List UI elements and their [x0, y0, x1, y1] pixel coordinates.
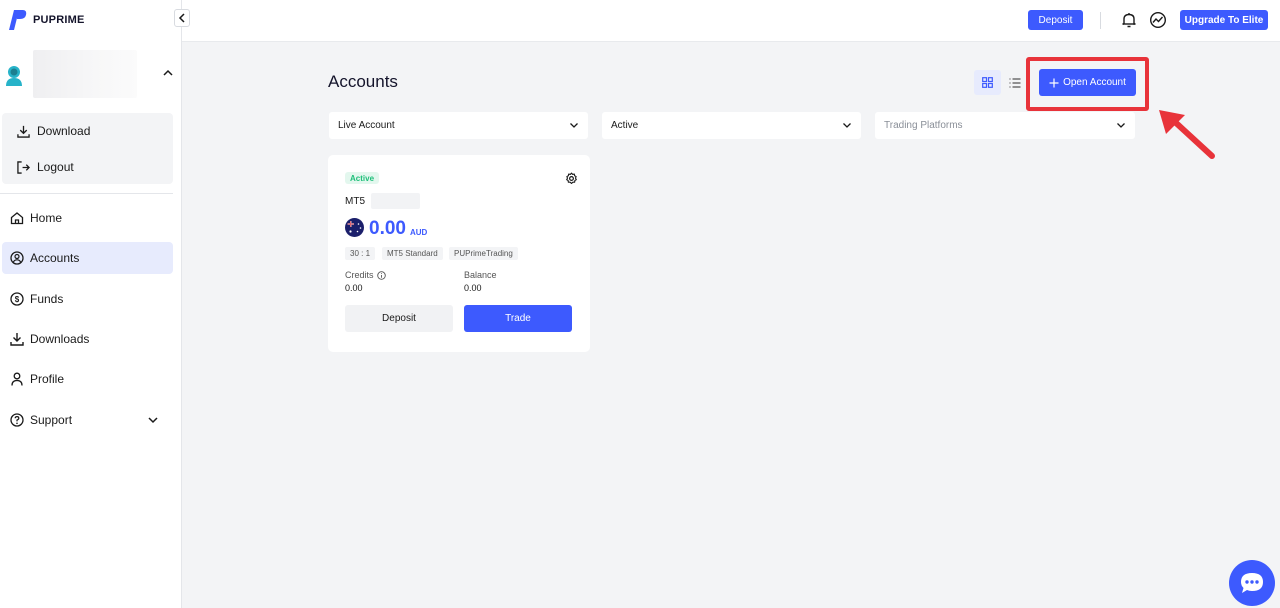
account-card: Active MT5 0.00 AUD 30 : 1 MT5 Standard …	[328, 155, 590, 352]
card-deposit-button[interactable]: Deposit	[345, 305, 453, 332]
download-icon	[10, 333, 24, 346]
highlight-box	[1026, 57, 1149, 111]
chevron-up-icon[interactable]	[162, 67, 174, 79]
sidebar-item-label: Home	[30, 211, 63, 225]
credits-label: Credits	[345, 270, 386, 280]
user-circle-icon	[10, 251, 24, 265]
chevron-down-icon	[843, 123, 851, 128]
info-icon[interactable]	[376, 270, 386, 280]
sidebar-item-accounts[interactable]: Accounts	[2, 242, 173, 274]
sidebar-item-label: Downloads	[30, 332, 90, 346]
gear-icon[interactable]	[565, 172, 578, 185]
menu-item-label: Download	[37, 124, 91, 138]
sidebar: PUPRIME Download Logout Home Accounts $ …	[0, 0, 182, 608]
page-title: Accounts	[328, 72, 398, 91]
person-icon	[11, 372, 23, 386]
australia-flag-icon	[345, 218, 364, 237]
trading-platform-select[interactable]: Trading Platforms	[875, 112, 1135, 139]
leverage-tag: 30 : 1	[345, 247, 376, 260]
home-icon	[10, 212, 24, 225]
user-profile-row[interactable]	[0, 48, 182, 100]
svg-text:$: $	[15, 295, 20, 304]
brand-name: PUPRIME	[33, 14, 85, 26]
sidebar-item-label: Profile	[30, 372, 65, 386]
speedometer-icon[interactable]	[1149, 11, 1167, 29]
list-view-toggle[interactable]	[1004, 70, 1026, 95]
help-circle-icon	[10, 413, 24, 427]
balance-amount: 0.00	[369, 218, 406, 239]
sidebar-item-downloads[interactable]: Downloads	[2, 323, 173, 355]
balance-label: Balance	[464, 270, 497, 280]
user-avatar-icon	[6, 66, 22, 86]
chat-support-button[interactable]	[1229, 560, 1275, 606]
chevron-down-icon	[570, 123, 578, 128]
sidebar-collapse-button[interactable]	[174, 9, 190, 27]
sidebar-item-profile[interactable]: Profile	[2, 363, 173, 395]
header-deposit-button[interactable]: Deposit	[1028, 10, 1083, 30]
sidebar-item-funds[interactable]: $ Funds	[2, 283, 173, 315]
sidebar-divider	[0, 193, 173, 194]
grid-view-toggle[interactable]	[974, 70, 1001, 95]
select-value: Active	[611, 120, 639, 131]
status-badge: Active	[345, 172, 380, 184]
platform-label: MT5	[345, 196, 365, 207]
chevron-left-icon	[178, 13, 185, 23]
account-number-redacted	[371, 193, 420, 209]
status-select[interactable]: Active	[602, 112, 861, 139]
user-menu: Download Logout	[2, 113, 173, 184]
sidebar-item-label: Accounts	[30, 251, 80, 265]
sidebar-item-support[interactable]: Support	[2, 404, 173, 436]
balance-value: 0.00	[464, 283, 482, 293]
upgrade-to-elite-button[interactable]: Upgrade To Elite	[1180, 10, 1268, 30]
pointer-arrow-icon	[1159, 110, 1215, 159]
account-type-select[interactable]: Live Account	[329, 112, 588, 139]
bell-icon[interactable]	[1120, 11, 1138, 29]
chat-bubble-icon	[1241, 573, 1263, 593]
sidebar-item-label: Funds	[30, 292, 64, 306]
sidebar-item-label: Support	[30, 413, 73, 427]
chevron-down-icon	[1117, 123, 1125, 128]
credits-label-text: Credits	[345, 270, 374, 280]
select-value: Live Account	[338, 120, 395, 131]
download-icon	[17, 125, 30, 138]
card-trade-button[interactable]: Trade	[464, 305, 572, 332]
logo-mark-icon	[9, 10, 27, 30]
menu-item-label: Logout	[37, 160, 74, 174]
list-view-icon	[1009, 77, 1021, 88]
user-name-redacted	[33, 50, 137, 98]
logout-icon	[17, 160, 30, 174]
grid-view-icon	[982, 77, 993, 88]
account-type-tag: MT5 Standard	[382, 247, 443, 260]
header-divider	[1100, 12, 1101, 29]
balance-currency: AUD	[410, 228, 428, 237]
menu-item-download[interactable]: Download	[17, 124, 90, 138]
sidebar-item-home[interactable]: Home	[2, 202, 173, 234]
server-tag: PUPrimeTrading	[449, 247, 518, 260]
top-header: Deposit Upgrade To Elite	[182, 0, 1280, 42]
brand-logo[interactable]: PUPRIME	[6, 9, 85, 31]
credits-value: 0.00	[345, 283, 363, 293]
dollar-circle-icon: $	[10, 292, 24, 306]
select-placeholder: Trading Platforms	[884, 120, 963, 131]
menu-item-logout[interactable]: Logout	[17, 160, 74, 174]
chevron-down-icon	[148, 417, 158, 424]
